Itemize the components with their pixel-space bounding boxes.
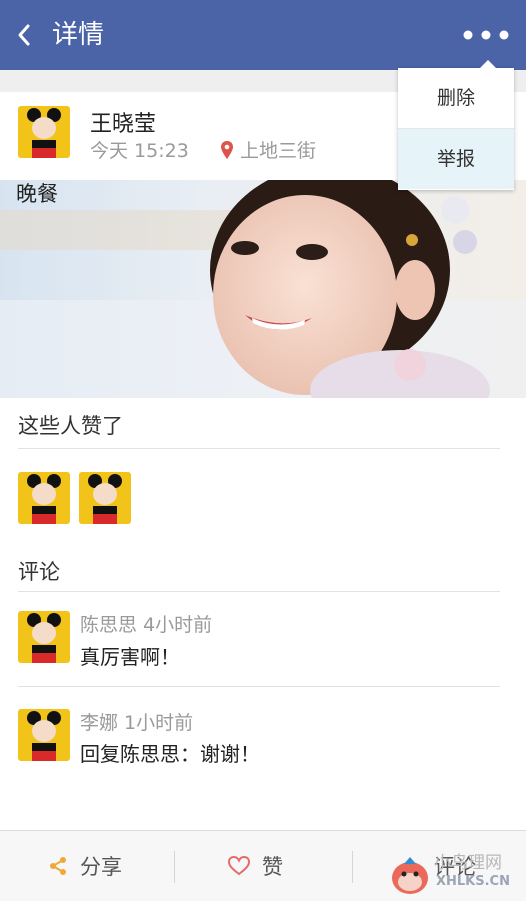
chevron-left-icon[interactable] [14,18,34,52]
bottom-divider [352,851,353,883]
watermark-url: XHLKS.CN [436,874,510,889]
share-label: 分享 [80,855,122,879]
avatar[interactable] [18,106,70,158]
post-location[interactable]: 上地三街 [240,136,316,163]
comment-divider [18,686,500,687]
share-icon [50,857,66,875]
likes-divider [18,448,500,449]
bottom-divider [174,851,175,883]
share-button[interactable]: 分享 [48,831,122,901]
comments-divider [18,591,500,592]
menu-arrow [480,60,496,68]
top-bar: 详情 [0,0,526,70]
location-pin-icon [221,141,233,159]
comments-title: 评论 [18,560,60,584]
liker-avatar[interactable] [18,472,70,524]
more-dots-icon[interactable] [462,24,512,46]
page-title: 详情 [52,20,105,50]
comment-author-time: 陈思思 4小时前 [80,614,213,636]
bird-logo-icon [392,857,428,894]
author-name[interactable]: 王晓莹 [90,106,156,138]
comment-author-time: 李娜 1小时前 [80,712,194,734]
likes-title: 这些人赞了 [18,414,123,438]
watermark: 小鸟理网 XHLKS.CN [388,848,524,900]
post-time: 今天 15:23 [90,140,189,162]
like-label: 赞 [262,855,283,879]
more-menu: 删除 举报 [398,60,514,190]
menu-item-delete[interactable]: 删除 [398,68,514,129]
post-photo[interactable] [0,180,526,398]
commenter-avatar[interactable] [18,709,70,761]
watermark-text: 小鸟理网 [434,853,502,873]
menu-item-report[interactable]: 举报 [398,129,514,189]
like-button[interactable]: 赞 [228,831,283,901]
liker-avatar[interactable] [79,472,131,524]
heart-icon [228,856,250,876]
comment-text: 回复陈思思：谢谢！ [80,742,260,766]
comment-text: 真厉害啊！ [80,645,180,669]
commenter-avatar[interactable] [18,611,70,663]
post-text: 晚餐 [16,182,58,206]
